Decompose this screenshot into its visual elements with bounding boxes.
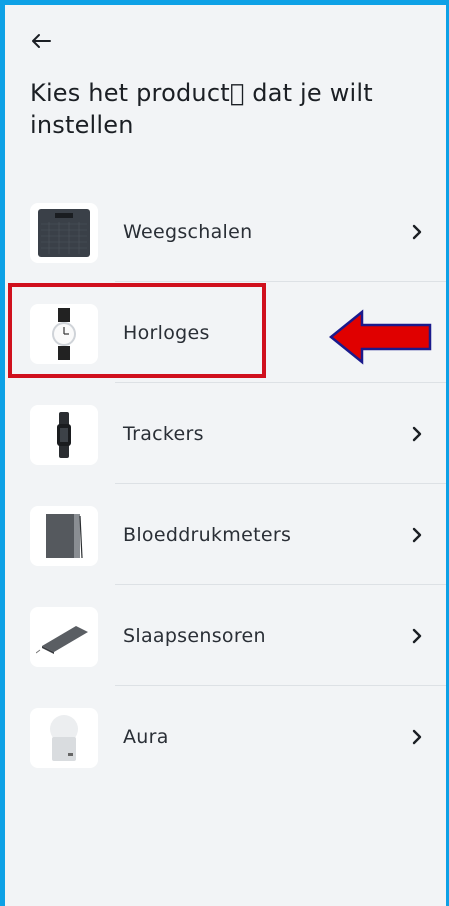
chevron-right-icon bbox=[412, 224, 422, 240]
chevron-right-icon bbox=[412, 729, 422, 745]
list-item-aura[interactable]: Aura bbox=[5, 686, 446, 787]
arrow-left-icon bbox=[32, 34, 51, 48]
arrow-left-annotation-icon bbox=[329, 309, 432, 365]
list-item-trackers[interactable]: Trackers bbox=[5, 383, 446, 484]
scale-thumbnail bbox=[30, 203, 98, 263]
chevron-right-icon bbox=[412, 527, 422, 543]
page-title: Kies het product  dat je wilt instellen bbox=[30, 79, 373, 139]
scale-icon bbox=[38, 209, 90, 257]
blood-pressure-monitor-icon bbox=[46, 514, 83, 559]
list-item-slaapsensoren[interactable]: Slaapsensoren bbox=[5, 585, 446, 686]
aura-device-icon bbox=[50, 715, 78, 761]
tracker-thumbnail bbox=[30, 405, 98, 465]
list-item-label: Weegschalen bbox=[123, 221, 253, 243]
back-button[interactable] bbox=[27, 27, 55, 55]
list-item-label: Bloeddrukmeters bbox=[123, 524, 292, 546]
chevron-right-icon bbox=[412, 628, 422, 644]
list-item-bloeddrukmeters[interactable]: Bloeddrukmeters bbox=[5, 484, 446, 585]
list-item-label: Trackers bbox=[123, 423, 204, 445]
list-item-weegschalen[interactable]: Weegschalen bbox=[5, 181, 446, 282]
highlight-box bbox=[8, 283, 266, 378]
tracker-icon bbox=[57, 412, 71, 458]
blood-pressure-thumbnail bbox=[30, 506, 98, 566]
product-list: Weegschalen Horloges Trackers Bloeddrukm… bbox=[5, 181, 446, 787]
sleep-sensor-icon bbox=[36, 626, 88, 654]
list-item-label: Aura bbox=[123, 726, 169, 748]
aura-thumbnail bbox=[30, 708, 98, 768]
app-screen: Kies het product  dat je wilt instellen bbox=[5, 5, 446, 906]
list-item-label: Slaapsensoren bbox=[123, 625, 266, 647]
sleep-sensor-thumbnail bbox=[30, 607, 98, 667]
chevron-right-icon bbox=[412, 426, 422, 442]
